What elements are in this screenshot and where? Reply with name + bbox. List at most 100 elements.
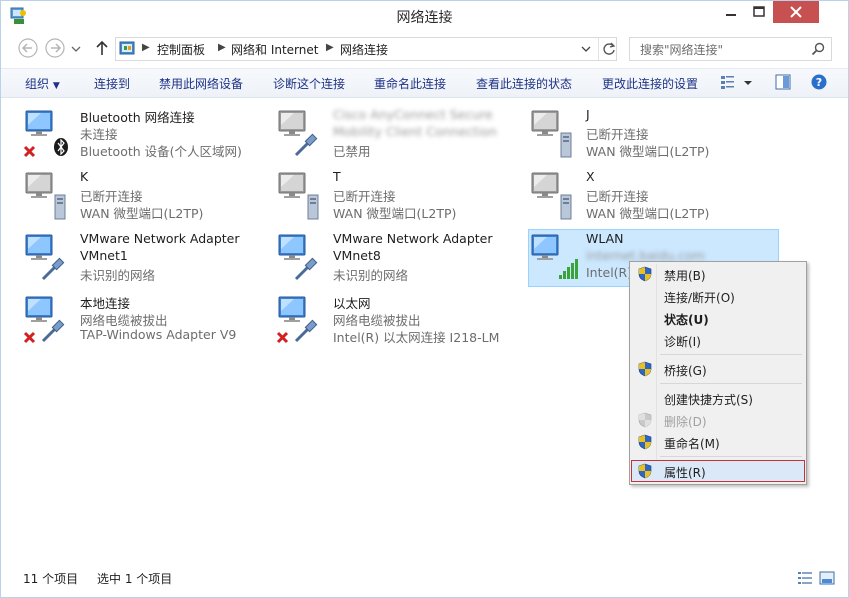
wifi-signal-icon (531, 234, 578, 279)
refresh-button[interactable] (598, 38, 619, 60)
connection-item-local[interactable]: 本地连接 网络电缆被拔出 TAP-Windows Adapter V9 (23, 293, 263, 351)
menu-item-label: 属性(R) (664, 466, 706, 480)
menu-item-label: 删除(D) (664, 415, 707, 429)
connection-name: WLAN (586, 231, 624, 246)
dropdown-arrow-icon: ▼ (52, 81, 60, 91)
organize-menu[interactable]: 组织 ▼ (25, 75, 60, 92)
connection-device: 未识别的网络 (80, 268, 156, 283)
menu-item-label: 禁用(B) (664, 269, 706, 283)
menu-item-bridge[interactable]: 桥接(G) (632, 359, 804, 379)
address-bar[interactable]: ▶ 控制面板 ▶ 网络和 Internet ▶ 网络连接 (115, 37, 617, 61)
up-button[interactable] (92, 37, 112, 59)
refresh-icon (603, 42, 616, 55)
forward-button[interactable] (44, 37, 66, 59)
connection-device: WAN 微型端口(L2TP) (586, 206, 710, 221)
menu-item-delete: 删除(D) (632, 410, 804, 430)
bluetooth-network-icon (23, 110, 68, 158)
close-icon (790, 6, 802, 18)
uac-shield-icon (638, 434, 652, 450)
wan-miniport-icon (531, 110, 572, 158)
diagnose-button[interactable]: 诊断这个连接 (273, 75, 345, 92)
item-count: 11 个项目 (23, 572, 79, 586)
connection-item-k[interactable]: K 已断开连接 WAN 微型端口(L2TP) (23, 169, 263, 227)
breadcrumb-separator-icon: ▶ (218, 42, 226, 53)
organize-label: 组织 (25, 77, 50, 91)
ethernet-adapter-icon (278, 234, 319, 281)
menu-item-label: 诊断(I) (664, 335, 701, 349)
selected-count: 选中 1 个项目 (97, 572, 173, 586)
connection-item-vmnet1[interactable]: VMware Network Adapter VMnet1 未识别的网络 (23, 231, 263, 289)
up-arrow-icon (96, 40, 108, 55)
minimize-button[interactable] (717, 1, 745, 23)
view-options-icon[interactable] (719, 73, 753, 91)
connection-item-bluetooth[interactable]: Bluetooth 网络连接 未连接 Bluetooth 设备(个人区域网) (23, 107, 263, 165)
connection-device: 已禁用 (333, 144, 371, 159)
back-button[interactable] (17, 37, 39, 59)
menu-item-label: 状态(U) (664, 313, 709, 327)
uac-shield-icon (638, 266, 652, 282)
search-icon[interactable] (810, 41, 826, 57)
menu-item-connect[interactable]: 连接/断开(O) (632, 286, 804, 306)
menu-separator (660, 354, 802, 355)
connection-status: Mobility Client Connection (333, 124, 497, 139)
context-menu: 禁用(B) 连接/断开(O) 状态(U) 诊断(I) 桥接(G) 创建快捷方式(… (629, 261, 807, 485)
uac-shield-disabled-icon (638, 412, 652, 428)
connection-item-x[interactable]: X 已断开连接 WAN 微型端口(L2TP) (529, 169, 769, 227)
connect-to-button[interactable]: 连接到 (94, 75, 130, 92)
connection-item-j[interactable]: J 已断开连接 WAN 微型端口(L2TP) (529, 107, 769, 165)
address-history-button[interactable] (576, 38, 596, 60)
menu-item-status[interactable]: 状态(U) (632, 308, 804, 328)
connection-name: VMware Network Adapter (80, 231, 240, 246)
network-adapter-disabled-icon (278, 110, 319, 157)
menu-item-properties[interactable]: 属性(R) (631, 460, 805, 482)
connection-device: Intel(R) (586, 265, 633, 280)
menu-item-shortcut[interactable]: 创建快捷方式(S) (632, 388, 804, 408)
recent-locations-button[interactable] (69, 37, 83, 59)
back-arrow-icon (18, 38, 38, 58)
search-input[interactable]: 搜索"网络连接" (640, 41, 723, 58)
connection-status: VMnet1 (80, 248, 128, 263)
address-row: ▶ 控制面板 ▶ 网络和 Internet ▶ 网络连接 搜索"网络连接" (1, 33, 848, 63)
large-icons-view-icon[interactable] (819, 570, 835, 586)
control-panel-icon (119, 41, 135, 55)
connection-item-t[interactable]: T 已断开连接 WAN 微型端口(L2TP) (276, 169, 516, 227)
breadcrumb-network-connections[interactable]: 网络连接 (340, 41, 388, 58)
connection-device: WAN 微型端口(L2TP) (586, 144, 710, 159)
view-status-button[interactable]: 查看此连接的状态 (476, 75, 572, 92)
close-button[interactable] (773, 1, 819, 23)
breadcrumb-separator-icon: ▶ (142, 42, 150, 53)
wan-miniport-icon (531, 172, 572, 220)
menu-item-label: 桥接(G) (664, 364, 707, 378)
connection-name: Cisco AnyConnect Secure (333, 107, 493, 122)
menu-item-disable[interactable]: 禁用(B) (632, 264, 804, 284)
connection-name: X (586, 169, 595, 184)
connection-device: Intel(R) 以太网连接 I218-LM (333, 330, 500, 345)
breadcrumb-control-panel[interactable]: 控制面板 (157, 41, 205, 58)
wan-miniport-icon (25, 172, 66, 220)
connection-status: VMnet8 (333, 248, 381, 263)
ethernet-adapter-icon (25, 234, 66, 281)
uac-shield-icon (638, 361, 652, 377)
connection-item-cisco[interactable]: Cisco AnyConnect Secure Mobility Client … (276, 107, 516, 165)
help-icon[interactable]: ? (810, 73, 828, 91)
preview-pane-icon[interactable] (774, 73, 792, 91)
rename-button[interactable]: 重命名此连接 (374, 75, 446, 92)
details-view-icon[interactable] (797, 570, 813, 586)
menu-separator (660, 383, 802, 384)
breadcrumb-network-internet[interactable]: 网络和 Internet (231, 41, 318, 58)
menu-item-rename[interactable]: 重命名(M) (632, 432, 804, 452)
connection-device: WAN 微型端口(L2TP) (333, 206, 457, 221)
menu-item-label: 重命名(M) (664, 437, 720, 451)
maximize-button[interactable] (745, 1, 773, 23)
connection-item-vmnet8[interactable]: VMware Network Adapter VMnet8 未识别的网络 (276, 231, 516, 289)
search-box[interactable]: 搜索"网络连接" (629, 37, 832, 61)
change-settings-button[interactable]: 更改此连接的设置 (602, 75, 698, 92)
connection-name: T (333, 169, 341, 184)
title-bar: 网络连接 (1, 1, 848, 31)
connection-item-ethernet[interactable]: 以太网 网络电缆被拔出 Intel(R) 以太网连接 I218-LM (276, 293, 516, 351)
connection-device: WAN 微型端口(L2TP) (80, 206, 204, 221)
menu-item-diagnose[interactable]: 诊断(I) (632, 330, 804, 350)
menu-item-label: 创建快捷方式(S) (664, 393, 753, 407)
window: 网络连接 ▶ 控制面板 ▶ 网络和 Internet ▶ 网络连接 搜索"网络连… (0, 0, 849, 598)
disable-device-button[interactable]: 禁用此网络设备 (159, 75, 243, 92)
